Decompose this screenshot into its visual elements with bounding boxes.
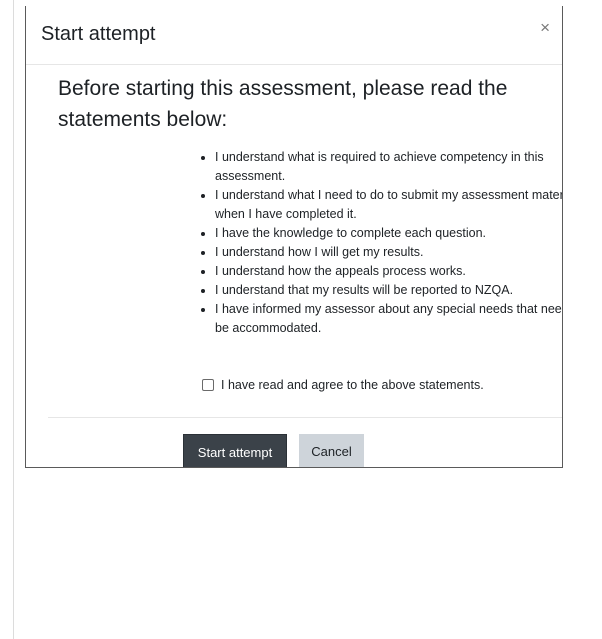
statements-list: I understand what is required to achieve… [201,148,562,338]
agree-checkbox[interactable] [202,379,214,391]
intro-text: Before starting this assessment, please … [58,77,508,131]
start-attempt-dialog: Start attempt × Before starting this ass… [25,6,563,468]
statement-item: I understand how I will get my results. [215,243,562,262]
start-attempt-button[interactable]: Start attempt [183,434,287,467]
close-icon[interactable]: × [540,18,550,38]
statement-item: I have the knowledge to complete each qu… [215,224,562,243]
agree-row[interactable]: I have read and agree to the above state… [202,376,484,394]
cancel-button[interactable]: Cancel [299,434,364,467]
dialog-title: Start attempt [41,23,156,45]
statement-item: I understand how the appeals process wor… [215,262,562,281]
dialog-header: Start attempt × [26,6,562,65]
statement-item: I understand what I need to do to submit… [215,186,562,224]
statement-item: I have informed my assessor about any sp… [215,300,562,338]
page-left-border [13,0,14,639]
statement-item: I understand that my results will be rep… [215,281,562,300]
agree-label[interactable]: I have read and agree to the above state… [221,376,484,394]
statement-item: I understand what is required to achieve… [215,148,562,186]
footer-divider [48,417,562,418]
